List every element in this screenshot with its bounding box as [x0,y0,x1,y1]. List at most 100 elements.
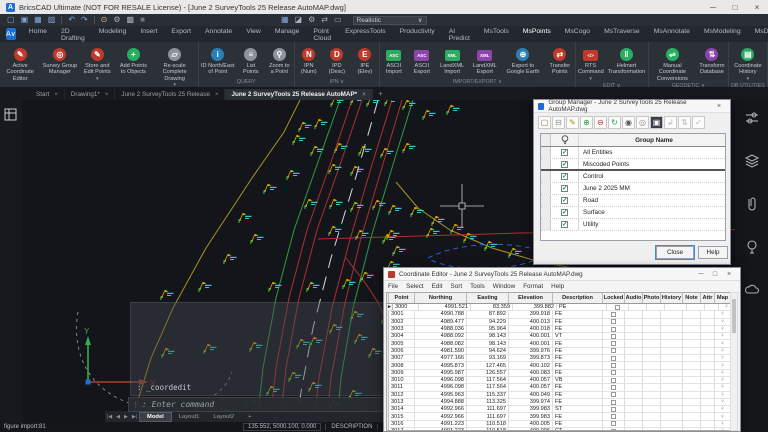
locked-checkbox[interactable] [611,378,616,383]
ribbon-button-export-to-google-earth[interactable]: ⊕Export to Google Earth [501,42,545,76]
cell-audio[interactable] [625,370,643,376]
cell-photo[interactable] [643,348,661,354]
column-header-northing[interactable]: Northing [415,293,467,303]
layout-nav-button[interactable]: ▶ [124,414,128,420]
cell-audio[interactable] [625,428,643,431]
ribbon-button-helmert-transformation[interactable]: ‖Helmert Transformation [605,42,647,76]
ribbon-button-store-and-edit-points[interactable]: ✎Store and Edit Points▾ [79,42,115,82]
cell-audio[interactable] [625,406,643,412]
close-icon[interactable]: × [362,92,366,98]
cell-locked[interactable] [603,340,625,346]
group-manager-tool-icon[interactable]: ◎ [636,116,649,129]
cell-attr[interactable] [701,340,715,346]
cell-photo[interactable] [643,413,661,419]
paperclip-icon[interactable] [744,196,760,217]
cell-photo[interactable] [643,421,661,427]
cell-audio[interactable] [625,399,643,405]
cell-audio[interactable] [625,340,643,346]
close-icon[interactable]: × [105,92,109,98]
close-button[interactable]: Close [656,246,694,259]
cell-map[interactable]: ♀ [715,428,731,431]
cell-history[interactable] [665,304,687,310]
maximize-icon[interactable]: □ [708,271,722,278]
map-pin-icon[interactable]: ♀ [724,304,729,310]
group-visibility-checkbox[interactable]: ✓ [561,149,568,156]
locked-checkbox[interactable] [611,319,616,324]
column-header-point[interactable]: Point [389,293,415,303]
cell-history[interactable] [661,399,683,405]
ribbon-button-ascii-export[interactable]: ASCASCII Export [408,42,436,76]
ribbon-button-manual-coordinate-conversions[interactable]: ⇌Manual Coordinate Conversions [649,42,696,82]
cell-note[interactable] [683,377,701,383]
add-layout-button[interactable]: + [241,413,258,421]
column-header-map[interactable]: Map [715,293,731,303]
column-header-note[interactable]: Note [683,293,701,303]
cell-note[interactable] [683,413,701,419]
row-selector[interactable] [541,195,551,206]
cell-locked[interactable] [603,311,625,317]
cell-history[interactable] [661,370,683,376]
command-bar-grip[interactable]: ⋮ [132,401,139,409]
cell-locked[interactable] [603,370,625,376]
map-pin-icon[interactable]: ♀ [720,414,725,420]
panel-grid-icon[interactable] [4,108,18,122]
cell-audio[interactable] [625,377,643,383]
cell-photo[interactable] [643,319,661,325]
minimize-icon[interactable]: ─ [694,271,708,278]
cell-photo[interactable] [643,326,661,332]
map-pin-icon[interactable]: ♀ [720,399,725,405]
cell-map[interactable]: ♀ [715,348,731,354]
group-manager-tool-icon[interactable]: ⊟ [552,116,565,129]
cell-note[interactable] [683,384,701,390]
locked-checkbox[interactable] [611,348,616,353]
map-pin-icon[interactable]: ♀ [720,341,725,347]
cell-audio[interactable] [625,413,643,419]
cell-attr[interactable] [701,311,715,317]
map-pin-icon[interactable]: ♀ [720,392,725,398]
cell-attr[interactable] [701,392,715,398]
ribbon-button-list-points[interactable]: ≡List Points [237,42,265,76]
ribbon-button-transform-database[interactable]: ⇅Transform Database [696,42,728,76]
cell-locked[interactable] [603,421,625,427]
cell-attr[interactable] [701,326,715,332]
cell-attr[interactable] [701,355,715,361]
map-pin-icon[interactable]: ♀ [720,370,725,376]
layout-nav-button[interactable]: ▶| [132,414,137,420]
map-pin-icon[interactable]: ♀ [720,348,725,354]
cell-photo[interactable] [643,355,661,361]
row-selector[interactable] [541,159,551,169]
cell-note[interactable] [683,421,701,427]
ribbon-button-ipd-desc-[interactable]: DIPD (Desc) [323,42,351,76]
cell-attr[interactable] [701,333,715,339]
cell-map[interactable]: ♀ [715,377,731,383]
menu-tools[interactable]: Tools [470,283,485,290]
cell-locked[interactable] [603,428,625,431]
group-row[interactable]: ✓June 2 2025 MM [541,183,725,195]
locked-checkbox[interactable] [611,327,616,332]
cell-audio[interactable] [629,304,647,310]
cell-locked[interactable] [603,326,625,332]
cell-note[interactable] [683,311,701,317]
table-row[interactable]: 30024989.47794.229400.013FE♀ [387,319,731,326]
map-pin-icon[interactable]: ♀ [720,406,725,412]
group-manager-titlebar[interactable]: Group Manager - June 2 SurveyTools 25 Re… [534,100,730,113]
close-icon[interactable]: × [54,92,58,98]
locked-checkbox[interactable] [611,407,616,412]
qat-tool-icon[interactable]: ▢ [7,15,15,25]
cell-history[interactable] [661,421,683,427]
group-row[interactable]: ✓Utility [541,219,725,231]
ribbon-button-re-scale-complete-drawing[interactable]: ▱Re-scale Complete Drawing▾ [152,42,198,88]
table-row[interactable]: 30064981.59094.624399.976FE♀ [387,348,731,355]
column-header-history[interactable]: History [661,293,683,303]
cell-attr[interactable] [701,413,715,419]
document-tab[interactable]: June 2 SurveyTools 25 Release× [115,89,225,100]
cell-locked[interactable] [603,348,625,354]
cell-photo[interactable] [643,392,661,398]
column-header-easting[interactable]: Easting [467,293,509,303]
cell-note[interactable] [687,304,705,310]
locked-checkbox[interactable] [611,312,616,317]
map-pin-icon[interactable]: ♀ [720,326,725,332]
group-manager-tool-icon[interactable]: ✎ [566,116,579,129]
cell-history[interactable] [661,413,683,419]
status-field[interactable]: DESCRIPTION [325,424,377,430]
